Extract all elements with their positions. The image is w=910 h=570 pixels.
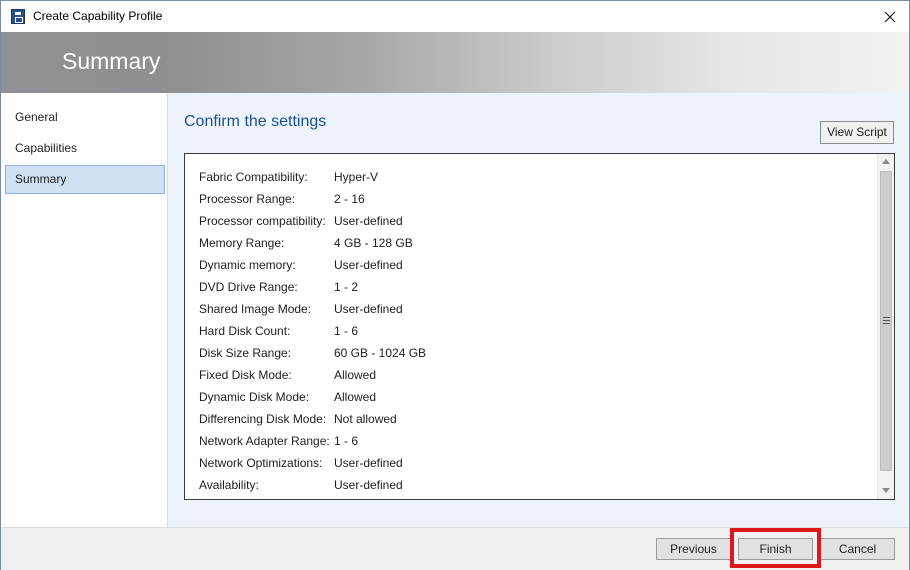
setting-row: Processor Range: 2 - 16: [199, 188, 869, 210]
setting-label: Availability:: [199, 478, 259, 492]
scroll-up-button[interactable]: [878, 154, 894, 170]
nav-item-summary[interactable]: Summary: [5, 165, 165, 194]
setting-label: Fabric Compatibility:: [199, 170, 308, 184]
setting-label: Processor compatibility:: [199, 214, 326, 228]
setting-row: Network Adapter Range: 1 - 6: [199, 430, 869, 452]
setting-row: Processor compatibility: User-defined: [199, 210, 869, 232]
settings-summary-box[interactable]: Fabric Compatibility: Hyper-V Processor Ra…: [184, 153, 895, 500]
scroll-down-icon: [882, 488, 890, 493]
setting-label: Network Optimizations:: [199, 456, 323, 470]
setting-label: Fixed Disk Mode:: [199, 368, 292, 382]
grip-icon: [883, 317, 890, 324]
main-panel: Confirm the settings View Script Fabric …: [168, 93, 909, 527]
setting-row: Dynamic memory: User-defined: [199, 254, 869, 276]
setting-value: Allowed: [334, 390, 377, 404]
app-icon: [11, 9, 25, 24]
setting-label: DVD Drive Range:: [199, 280, 298, 294]
finish-highlight-box: [730, 528, 821, 568]
previous-button[interactable]: Previous: [656, 538, 731, 560]
setting-value: User-defined: [334, 302, 403, 316]
vertical-scrollbar[interactable]: [877, 154, 894, 499]
setting-row: Dynamic Disk Mode: Allowed: [199, 386, 869, 408]
setting-value: 1 - 6: [334, 324, 359, 338]
setting-value: User-defined: [334, 214, 403, 228]
close-button[interactable]: [875, 4, 905, 30]
setting-value: 4 GB - 128 GB: [334, 236, 413, 250]
setting-value: Hyper-V: [334, 170, 379, 184]
scroll-thumb[interactable]: [880, 171, 892, 471]
setting-row: Fixed Disk Mode: Allowed: [199, 364, 869, 386]
setting-value: Allowed: [334, 368, 377, 382]
setting-row: Differencing Disk Mode: Not allowed: [199, 408, 869, 430]
setting-row: Availability: User-defined: [199, 474, 869, 496]
setting-value: User-defined: [334, 258, 403, 272]
setting-value: 60 GB - 1024 GB: [334, 346, 427, 360]
setting-label: Dynamic memory:: [199, 258, 296, 272]
window-title: Create Capability Profile: [33, 9, 163, 23]
title-bar: Create Capability Profile: [1, 1, 909, 32]
setting-row: Fabric Compatibility: Hyper-V: [199, 166, 869, 188]
setting-label: Memory Range:: [199, 236, 285, 250]
setting-label: Processor Range:: [199, 192, 296, 206]
setting-value: User-defined: [334, 456, 403, 470]
section-heading: Confirm the settings: [184, 113, 327, 130]
setting-label: Network Adapter Range:: [199, 434, 330, 448]
nav-item-general[interactable]: General: [5, 103, 165, 132]
setting-row: Network Optimizations: User-defined: [199, 452, 869, 474]
setting-label: Hard Disk Count:: [199, 324, 291, 338]
setting-value: Not allowed: [334, 412, 397, 426]
wizard-banner: Summary: [1, 32, 909, 93]
create-capability-profile-window: Create Capability Profile Summary Genera…: [0, 0, 910, 570]
close-icon: [884, 11, 896, 23]
setting-row: Disk Size Range: 60 GB - 1024 GB: [199, 342, 869, 364]
banner-title: Summary: [62, 48, 161, 74]
setting-label: Shared Image Mode:: [199, 302, 312, 316]
setting-row: Shared Image Mode: User-defined: [199, 298, 869, 320]
setting-row: Memory Range: 4 GB - 128 GB: [199, 232, 869, 254]
setting-value: 2 - 16: [334, 192, 365, 206]
scroll-down-button[interactable]: [878, 483, 894, 499]
view-script-button[interactable]: View Script: [820, 121, 894, 144]
setting-label: Differencing Disk Mode:: [199, 412, 327, 426]
setting-row: DVD Drive Range: 1 - 2: [199, 276, 869, 298]
wizard-nav: General Capabilities Summary: [1, 93, 168, 527]
settings-list: Fabric Compatibility: Hyper-V Processor Ra…: [199, 166, 869, 496]
setting-value: 1 - 6: [334, 434, 359, 448]
setting-value: 1 - 2: [334, 280, 359, 294]
cancel-button[interactable]: Cancel: [820, 538, 895, 560]
scroll-up-icon: [882, 159, 890, 164]
setting-label: Disk Size Range:: [199, 346, 292, 360]
setting-label: Dynamic Disk Mode:: [199, 390, 310, 404]
wizard-footer: Previous Finish Cancel: [1, 527, 909, 570]
setting-row: Hard Disk Count: 1 - 6: [199, 320, 869, 342]
nav-item-capabilities[interactable]: Capabilities: [5, 134, 165, 163]
setting-value: User-defined: [334, 478, 403, 492]
